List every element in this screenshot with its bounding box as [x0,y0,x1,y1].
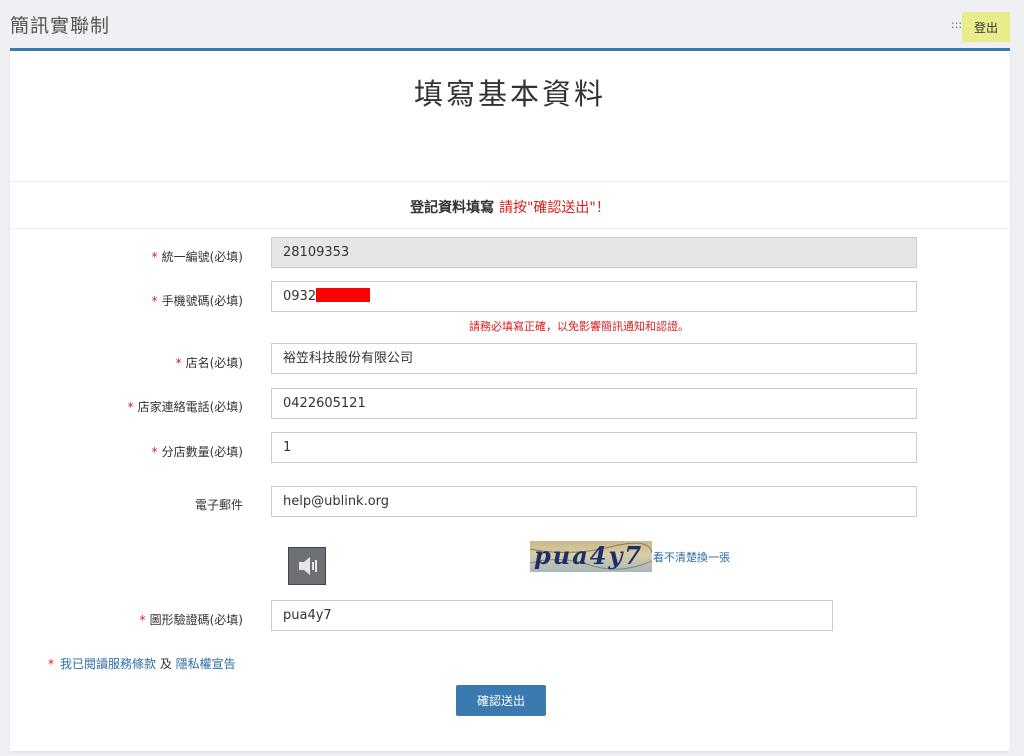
page-title: 填寫基本資料 [413,77,606,111]
email-field[interactable]: help@ublink.org [271,486,917,517]
tax-id-field: 28109353 [271,237,917,268]
terms-conjunction: 及 [156,657,176,671]
branch-count-field[interactable]: 1 [271,432,917,463]
speaker-icon[interactable] [288,547,326,585]
required-marker: * [139,613,146,627]
app-title: 簡訊實聯制 [10,15,111,37]
tax-id-label: * 統一編號(必填) [151,250,243,264]
mobile-hint: 請務必填寫正確，以免影響簡訊通知和認證。 [469,320,689,333]
terms-agreement: * 我已閱讀服務條款 及 隱私權宣告 [48,655,236,672]
email-label: 電子郵件 [194,498,243,512]
required-marker: * [151,294,158,308]
mobile-field[interactable]: 0932 [271,281,917,312]
required-marker: * [175,356,182,370]
required-marker: * [151,250,158,264]
store-name-field[interactable]: 裕笠科技股份有限公司 [271,343,917,374]
captcha-refresh-link[interactable]: 看不清楚換一張 [653,549,730,565]
menu-grip-icon[interactable]: ::: [951,18,962,31]
top-bar: 簡訊實聯制 ::: 登出 [0,0,1024,48]
captcha-field[interactable]: pua4y7 [271,600,833,631]
privacy-policy-link[interactable]: 隱私權宣告 [176,657,236,671]
terms-of-service-link[interactable]: 服務條款 [108,657,156,671]
captcha-image: pua4y7 [530,541,652,572]
mobile-label: * 手機號碼(必填) [151,294,243,308]
divider [10,228,1010,229]
store-phone-field[interactable]: 0422605121 [271,388,917,419]
logout-button[interactable]: 登出 [962,12,1010,42]
section-heading: 登記資料填寫 請按"確認送出"！ [10,197,1010,217]
required-marker: * [127,400,134,414]
section-heading-text: 登記資料填寫 [410,200,499,216]
form-panel: 填寫基本資料 登記資料填寫 請按"確認送出"！ * 統一編號(必填) 281093… [10,48,1010,751]
terms-text-before[interactable]: 我已閱讀 [60,657,108,671]
divider [10,181,1010,182]
submit-button[interactable]: 確認送出 [456,685,546,716]
section-heading-emphasis: 請按"確認送出"！ [498,200,610,216]
mobile-value: 0932 [283,289,317,304]
required-marker: * [151,445,158,459]
required-marker: * [48,657,54,671]
store-phone-label: * 店家連絡電話(必填) [127,400,243,414]
branch-count-label: * 分店數量(必填) [151,445,243,459]
redaction-bar [316,288,371,302]
captcha-label: * 圖形驗證碼(必填) [139,613,243,627]
captcha-image-text: pua4y7 [534,541,644,570]
store-name-label: * 店名(必填) [175,356,243,370]
